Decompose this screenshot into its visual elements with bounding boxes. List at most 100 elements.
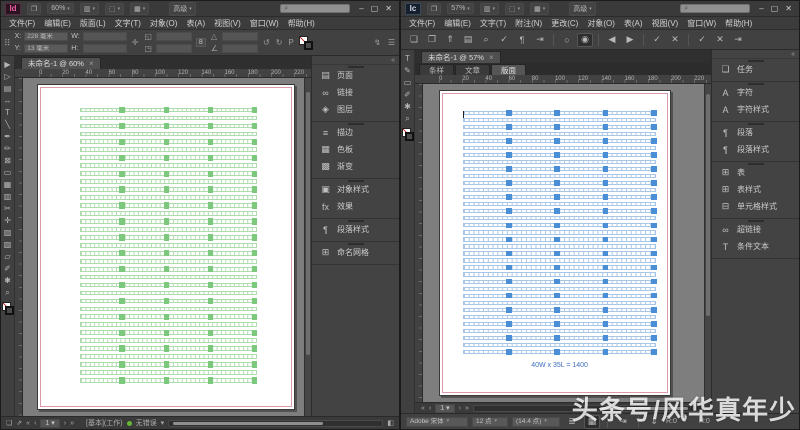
gradient-feather-tool[interactable]: ▧ [2, 239, 14, 250]
zoom-level-dropdown[interactable]: 57% ▾ [447, 3, 474, 14]
close-tab-icon[interactable]: × [489, 53, 494, 62]
rotation-field[interactable] [222, 32, 258, 41]
menu-item[interactable]: 视图(V) [210, 18, 245, 29]
layout-grid[interactable] [80, 106, 258, 387]
view-tab-条样[interactable]: 条样 [419, 64, 454, 75]
power-icon[interactable]: ○ [559, 33, 575, 47]
scrollbar-thumb[interactable] [173, 421, 323, 425]
fill-stroke-swatches[interactable] [298, 35, 313, 50]
stroke-swatch[interactable] [404, 132, 414, 141]
panel-item-命名网格[interactable]: ⊞ 命名网格 [312, 244, 399, 261]
search-input[interactable]: ⌕ [280, 4, 351, 13]
scrollbar-thumb[interactable] [306, 91, 310, 356]
panel-item-字符样式[interactable]: A 字符样式 [712, 101, 799, 118]
frame-grid[interactable] [463, 110, 657, 357]
horizontal-grid-tool[interactable]: ▦ [2, 179, 14, 190]
screen-mode-icon[interactable]: ⬚ ▾ [504, 2, 525, 15]
panel-item-表[interactable]: ⊞ 表 [712, 164, 799, 181]
preflight-status-text[interactable]: 无错误 [136, 418, 157, 428]
menu-item[interactable]: 附注(N) [511, 18, 546, 29]
scale-x-field[interactable] [155, 32, 192, 41]
search-input[interactable]: ⌕ [680, 4, 751, 13]
menu-item[interactable]: 帮助(H) [284, 18, 319, 29]
pencil-tool[interactable]: ✏ [2, 143, 14, 154]
insert-note-icon[interactable]: ⇥ [532, 33, 548, 47]
stroke-swatch[interactable] [303, 40, 313, 50]
close-button[interactable]: ✕ [385, 4, 392, 13]
grid-view-icon[interactable]: ▦ [584, 414, 600, 429]
frame-tool[interactable]: ▭ [402, 77, 414, 88]
menu-item[interactable]: 版面(L) [76, 18, 110, 29]
panel-item-描边[interactable]: ≡ 描边 [312, 124, 399, 141]
vertical-scrollbar[interactable] [304, 78, 311, 416]
y-field[interactable]: 13 毫米 [24, 44, 69, 53]
panel-item-渐变[interactable]: ▩ 渐变 [312, 158, 399, 175]
next-page-icon[interactable]: › [64, 420, 66, 427]
prev-page-icon[interactable]: ‹ [34, 420, 36, 427]
export-icon[interactable]: ⇑ [442, 33, 458, 47]
menu-item[interactable]: 对象(O) [146, 18, 182, 29]
collapse-dock-icon[interactable]: « [791, 51, 795, 58]
type-tool[interactable]: T [2, 107, 14, 118]
horizontal-scrollbar[interactable] [472, 404, 705, 412]
menu-item[interactable]: 窗口(W) [683, 18, 720, 29]
new-doc-icon[interactable]: ❏ [406, 33, 422, 47]
panel-item-色板[interactable]: ▦ 色板 [312, 141, 399, 158]
next-page-icon[interactable]: › [459, 405, 461, 412]
maximize-button[interactable]: ▢ [371, 4, 379, 13]
track-changes-icon[interactable]: ◉ [577, 32, 593, 47]
page-export-icon[interactable]: ❏ [6, 419, 12, 427]
note-tool[interactable]: ▱ [2, 251, 14, 262]
page-number-field[interactable]: 1 ▾ [40, 418, 60, 428]
rotate-cw-icon[interactable]: ↻ [275, 38, 284, 47]
close-button[interactable]: ✕ [785, 4, 792, 13]
view-options-icon[interactable]: ▥ ▾ [79, 2, 99, 15]
rectangle-tool[interactable]: ▭ [2, 167, 14, 178]
panel-item-段落样式[interactable]: ¶ 段落样式 [312, 221, 399, 238]
scrollbar-thumb[interactable] [600, 406, 688, 410]
gap-tool[interactable]: ↔ [2, 95, 14, 106]
menu-item[interactable]: 表(A) [182, 18, 209, 29]
split-view-icon[interactable]: ◧ [387, 419, 394, 427]
workspace-switcher[interactable]: 高级 ▾ [169, 1, 196, 16]
menu-item[interactable]: 帮助(H) [721, 18, 756, 29]
x-field[interactable]: 228 毫米 [24, 32, 69, 41]
preflight-profile[interactable]: [基本](工作) [86, 418, 123, 428]
menu-item[interactable]: 文件(F) [5, 18, 39, 29]
constrain-proportions-icon[interactable]: ✛ [131, 38, 140, 47]
panel-item-页面[interactable]: ▤ 页面 [312, 67, 399, 84]
horizontal-scrollbar[interactable] [168, 419, 384, 427]
collapse-dock-icon[interactable]: « [391, 57, 395, 64]
prev-change-icon[interactable]: ◀ [604, 33, 620, 47]
menu-item[interactable]: 文字(T) [111, 18, 145, 29]
reject-change-icon[interactable]: ✕ [667, 33, 683, 47]
w-field[interactable] [82, 32, 127, 41]
menu-item[interactable]: 视图(V) [648, 18, 683, 29]
reject-all-icon[interactable]: ✕ [712, 33, 728, 47]
zoom-tool[interactable]: ⌕ [402, 113, 414, 124]
position-icon[interactable]: P [287, 38, 294, 47]
screen-mode-icon[interactable]: ⬚ ▾ [104, 2, 125, 15]
note-icon[interactable]: ¶ [514, 33, 530, 47]
menu-item[interactable]: 文件(F) [405, 18, 439, 29]
reference-point-icon[interactable]: ⠿ [4, 38, 11, 47]
accept-change-icon[interactable]: ✓ [649, 33, 665, 47]
close-tab-icon[interactable]: × [89, 59, 94, 68]
vertical-scrollbar[interactable] [704, 84, 711, 402]
eyedropper-tool[interactable]: ✐ [2, 263, 14, 274]
panel-item-对象样式[interactable]: ▣ 对象样式 [312, 181, 399, 198]
scissors-tool[interactable]: ✂ [2, 203, 14, 214]
h-field[interactable] [82, 44, 127, 53]
font-size-dropdown[interactable]: 12 点 ▾ [472, 416, 508, 427]
maximize-button[interactable]: ▢ [771, 4, 779, 13]
view-tab-文章[interactable]: 文章 [455, 64, 490, 75]
first-page-icon[interactable]: « [26, 420, 30, 427]
preflight-menu-icon[interactable]: ▾ [161, 419, 165, 427]
panel-item-段落[interactable]: ¶ 段落 [712, 124, 799, 141]
prev-page-icon[interactable]: ‹ [429, 405, 431, 412]
panel-item-效果[interactable]: fx 效果 [312, 198, 399, 215]
insert-icon[interactable]: ⇥ [615, 415, 631, 429]
bridge-icon[interactable]: ❐ [427, 2, 442, 15]
panel-item-表样式[interactable]: ⊞ 表样式 [712, 181, 799, 198]
zoom-level-dropdown[interactable]: 60% ▾ [47, 3, 74, 14]
